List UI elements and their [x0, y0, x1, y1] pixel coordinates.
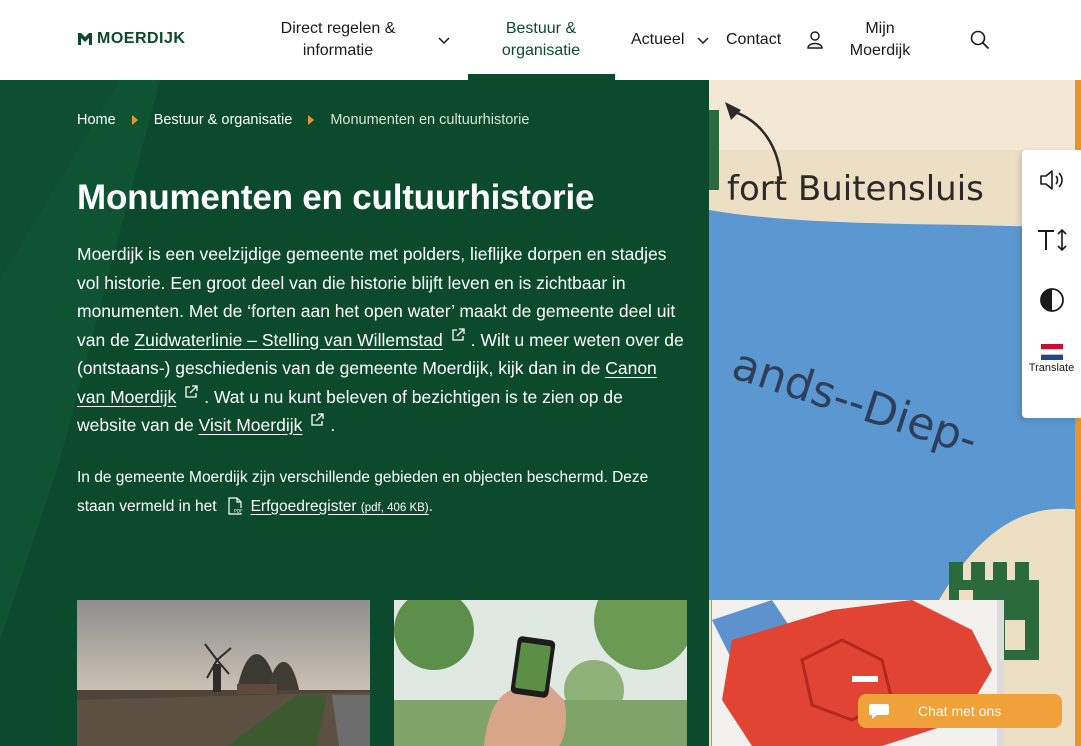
moerdijk-logo[interactable]: MOERDIJK [77, 30, 185, 48]
nav-bestuur-line1: Bestuur & [505, 20, 577, 37]
card-polder-image[interactable] [77, 600, 370, 746]
search-icon[interactable] [970, 30, 990, 50]
link-visit-moerdijk[interactable]: Visit Moerdijk [199, 415, 303, 435]
link-zuidwaterlinie[interactable]: Zuidwaterlinie – Stelling van Willemstad [134, 330, 442, 350]
dutch-flag-icon [1040, 344, 1063, 360]
polder-windmill-photo [77, 600, 370, 746]
translate-label: Translate [1028, 362, 1075, 374]
erfgoed-file-meta: (pdf, 406 KB) [360, 501, 429, 514]
link-erfgoedregister[interactable]: Erfgoedregister (pdf, 406 KB) [251, 498, 429, 515]
intro-text-4: . [330, 415, 336, 435]
breadcrumb-separator-icon [131, 115, 138, 125]
phone-photo [394, 600, 687, 746]
nav-contact[interactable]: Contact [726, 29, 781, 51]
contrast-icon [1039, 288, 1064, 312]
page-title: Monumenten en cultuurhistorie [77, 178, 595, 217]
erfgoed-paragraph: In de gemeente Moerdijk zijn verschillen… [77, 464, 687, 522]
accessibility-toolbar: Translate [1022, 150, 1081, 418]
speaker-icon [1039, 170, 1063, 190]
contrast-button[interactable] [1022, 272, 1081, 328]
read-aloud-button[interactable] [1022, 152, 1081, 208]
breadcrumb-home[interactable]: Home [77, 112, 116, 128]
text-size-button[interactable] [1022, 212, 1081, 268]
nav-mijn-line1: Mijn [865, 20, 895, 37]
external-link-icon [311, 413, 325, 426]
nav-bestuur-line2: organisatie [501, 42, 581, 59]
text-size-icon [1037, 228, 1067, 252]
breadcrumb-current: Monumenten en cultuurhistorie [330, 112, 530, 128]
chat-label: Chat met ons [918, 703, 1002, 719]
logo-mark-icon [78, 33, 92, 45]
logo-text: MOERDIJK [97, 30, 186, 47]
nav-direct-line1: Direct regelen & [280, 20, 396, 37]
para2-end: . [428, 497, 433, 515]
external-link-icon [452, 327, 465, 341]
nav-bestuur-organisatie[interactable]: Bestuur & organisatie [478, 18, 604, 62]
svg-text:PDF: PDF [234, 508, 243, 514]
nav-mijn-line2: Moerdijk [849, 42, 911, 59]
nav-direct-line2: informatie [302, 42, 374, 59]
chevron-down-icon[interactable] [438, 37, 450, 45]
breadcrumb: Home Bestuur & organisatie Monumenten en… [77, 112, 529, 128]
chevron-down-icon[interactable] [697, 37, 709, 45]
site-header: MOERDIJK Direct regelen & informatie Bes… [0, 0, 1081, 80]
nav-direct-regelen[interactable]: Direct regelen & informatie [270, 18, 406, 62]
card-phone-photo[interactable] [394, 600, 687, 746]
chat-bubble-icon [869, 704, 889, 719]
chat-button[interactable]: Chat met ons [858, 694, 1062, 728]
nav-mijn-moerdijk[interactable]: Mijn Moerdijk [840, 18, 920, 62]
pdf-icon: PDF [227, 496, 243, 515]
nav-actueel[interactable]: Actueel [631, 29, 684, 51]
erfgoed-link-label: Erfgoedregister [250, 497, 357, 515]
nav-active-indicator [468, 74, 615, 80]
external-link-icon [185, 384, 198, 398]
map-label-fort: fort Buitensluis [727, 169, 984, 209]
intro-paragraph: Moerdijk is een veelzijdige gemeente met… [77, 240, 687, 440]
breadcrumb-bestuur[interactable]: Bestuur & organisatie [154, 112, 293, 128]
user-icon[interactable] [807, 31, 823, 49]
breadcrumb-separator-icon [308, 115, 315, 125]
